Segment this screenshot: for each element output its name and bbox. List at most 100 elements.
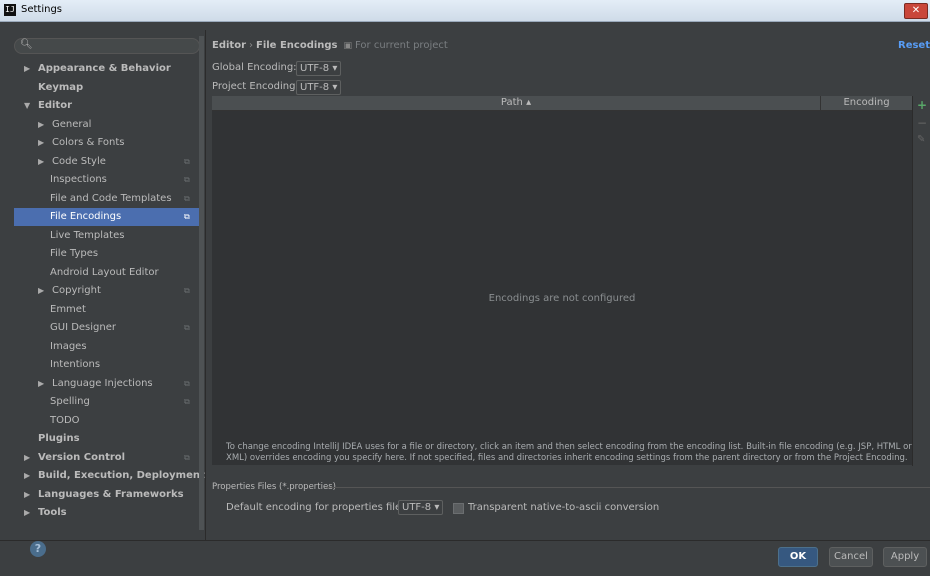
project-scope-icon: ⧉ — [184, 156, 190, 166]
table-toolbar: + − ✎ — [912, 96, 930, 466]
project-encoding-select[interactable]: UTF-8 ▾ — [296, 80, 342, 95]
reset-link[interactable]: Reset — [898, 40, 930, 51]
sidebar-item-label: Keymap — [38, 81, 84, 93]
expand-arrow-right-icon[interactable]: ▶ — [24, 60, 30, 78]
expand-arrow-right-icon[interactable]: ▶ — [24, 467, 30, 485]
sidebar-item-label: GUI Designer — [50, 322, 116, 333]
properties-encoding-select[interactable]: UTF-8 ▾ — [398, 500, 444, 515]
sidebar-item-label: Android Layout Editor — [50, 266, 159, 278]
sidebar-item-language-injections[interactable]: ▶ Language Injections ⧉ — [14, 375, 204, 393]
expand-arrow-right-icon[interactable]: ▶ — [24, 504, 30, 522]
sidebar-item-android-layout-editor[interactable]: Android Layout Editor — [14, 264, 204, 282]
project-scope-icon: ⧉ — [184, 397, 190, 406]
project-encoding-row: Project Encoding: — [212, 81, 299, 92]
global-encoding-value: UTF-8 — [300, 63, 330, 74]
properties-section-title: Properties Files (*.properties) — [212, 482, 336, 492]
global-encoding-row: Global Encoding: — [212, 62, 297, 73]
transparent-conversion-checkbox[interactable] — [453, 503, 464, 514]
expand-arrow-right-icon[interactable]: ▶ — [38, 375, 44, 393]
project-scope-note: For current project — [355, 40, 448, 51]
sidebar-item-copyright[interactable]: ▶ Copyright ⧉ — [14, 282, 204, 300]
sidebar-item-label: File Encodings — [50, 211, 122, 222]
sidebar-item-languages-frameworks[interactable]: ▶ Languages & Frameworks — [14, 486, 204, 504]
apply-button[interactable]: Apply — [883, 547, 927, 567]
sidebar-item-file-encodings[interactable]: File Encodings ⧉ — [14, 208, 204, 226]
help-button[interactable]: ? — [30, 541, 46, 557]
sidebar-item-label: Live Templates — [50, 229, 125, 241]
sidebar-item-label: Languages & Frameworks — [38, 488, 184, 500]
sidebar-item-label: Intentions — [50, 359, 101, 370]
sidebar-item-editor[interactable]: ▼ Editor — [14, 97, 204, 115]
expand-arrow-right-icon[interactable]: ▶ — [38, 153, 44, 171]
sidebar-item-file-and-code-templates[interactable]: File and Code Templates ⧉ — [14, 190, 204, 208]
sidebar-item-label: Copyright — [52, 285, 101, 296]
sidebar-item-label: Images — [50, 340, 87, 352]
sidebar-item-live-templates[interactable]: Live Templates — [14, 227, 204, 245]
encodings-table[interactable]: Encodings are not configured — [212, 111, 912, 465]
section-divider — [326, 487, 930, 488]
sidebar-item-label: Code Style — [52, 155, 106, 167]
sidebar-item-inspections[interactable]: Inspections ⧉ — [14, 171, 204, 189]
breadcrumb-file-encodings: File Encodings — [256, 40, 338, 51]
sidebar-item-images[interactable]: Images — [14, 338, 204, 356]
ok-button[interactable]: OK — [778, 547, 818, 567]
window-title: Settings — [21, 4, 63, 15]
search-input[interactable]: 🔍︎ — [14, 38, 200, 54]
search-icon: 🔍︎ — [20, 39, 33, 50]
column-path-label: Path — [500, 97, 523, 108]
expand-arrow-right-icon[interactable]: ▶ — [24, 449, 30, 467]
sidebar-item-appearance-behavior[interactable]: ▶ Appearance & Behavior — [14, 60, 204, 78]
expand-arrow-right-icon[interactable]: ▶ — [38, 116, 44, 134]
properties-default-label: Default encoding for properties files: — [226, 502, 410, 513]
column-header-path[interactable]: Path ▴ — [212, 96, 821, 110]
add-icon[interactable]: + — [917, 98, 927, 112]
sidebar-item-build-execution-deployment[interactable]: ▶ Build, Execution, Deployment — [14, 467, 205, 485]
sidebar-item-keymap[interactable]: Keymap — [14, 79, 204, 97]
sidebar-item-plugins[interactable]: Plugins — [14, 430, 204, 448]
sidebar-item-file-types[interactable]: File Types — [14, 245, 204, 263]
transparent-conversion-label: Transparent native-to-ascii conversion — [468, 502, 660, 513]
expand-arrow-right-icon[interactable]: ▶ — [24, 486, 30, 504]
sidebar-item-version-control[interactable]: ▶ Version Control ⧉ — [14, 449, 204, 467]
edit-icon[interactable]: ✎ — [917, 134, 925, 145]
sidebar-item-label: Inspections — [50, 174, 107, 185]
sidebar-item-spelling[interactable]: Spelling ⧉ — [14, 393, 204, 411]
breadcrumb: Editor › File Encodings ▣ For current projec… — [212, 40, 448, 51]
expand-arrow-down-icon[interactable]: ▼ — [24, 97, 30, 115]
expand-arrow-right-icon[interactable]: ▶ — [38, 282, 44, 300]
project-scope-icon: ⧉ — [184, 378, 190, 388]
dialog-footer: ? OK Cancel Apply — [0, 540, 930, 576]
sidebar-item-label: Emmet — [50, 303, 86, 315]
sidebar-item-code-style[interactable]: ▶ Code Style ⧉ — [14, 153, 204, 171]
sidebar-scrollbar[interactable] — [199, 36, 204, 530]
sidebar-item-tools[interactable]: ▶ Tools — [14, 504, 204, 522]
breadcrumb-editor: Editor — [212, 40, 246, 51]
sidebar-item-emmet[interactable]: Emmet — [14, 301, 204, 319]
sort-ascending-icon: ▴ — [526, 97, 532, 108]
global-encoding-select[interactable]: UTF-8 ▾ — [296, 61, 342, 76]
global-encoding-label: Global Encoding: — [212, 62, 297, 73]
sidebar-item-label: Language Injections — [52, 377, 153, 389]
properties-encoding-value: UTF-8 — [402, 502, 432, 513]
project-encoding-label: Project Encoding: — [212, 81, 299, 92]
sidebar-item-intentions[interactable]: Intentions — [14, 356, 204, 374]
sidebar-item-label: Version Control — [38, 451, 126, 463]
title-bar: IJ Settings ✕ — [0, 0, 930, 22]
close-button[interactable]: ✕ — [904, 3, 928, 19]
cancel-button[interactable]: Cancel — [829, 547, 873, 567]
help-text: To change encoding IntelliJ IDEA uses fo… — [226, 442, 912, 463]
expand-arrow-right-icon[interactable]: ▶ — [38, 134, 44, 152]
settings-sidebar: 🔍︎ ▶ Appearance & Behavior Keymap ▼ Editor ▶ G… — [14, 35, 205, 530]
remove-icon[interactable]: − — [917, 116, 927, 130]
sidebar-item-label: TODO — [50, 414, 80, 426]
sidebar-item-general[interactable]: ▶ General — [14, 116, 204, 134]
sidebar-item-label: Colors & Fonts — [52, 137, 125, 148]
sidebar-item-label: Editor — [38, 100, 72, 111]
sidebar-item-gui-designer[interactable]: GUI Designer ⧉ — [14, 319, 204, 337]
sidebar-item-colors-fonts[interactable]: ▶ Colors & Fonts — [14, 134, 204, 152]
project-scope-icon: ⧉ — [184, 212, 190, 221]
column-header-encoding[interactable]: Encoding — [821, 96, 912, 110]
sidebar-item-todo[interactable]: TODO — [14, 412, 204, 430]
main-panel: Editor › File Encodings ▣ For current projec… — [206, 30, 930, 540]
project-scope-icon: ⧉ — [184, 193, 190, 203]
